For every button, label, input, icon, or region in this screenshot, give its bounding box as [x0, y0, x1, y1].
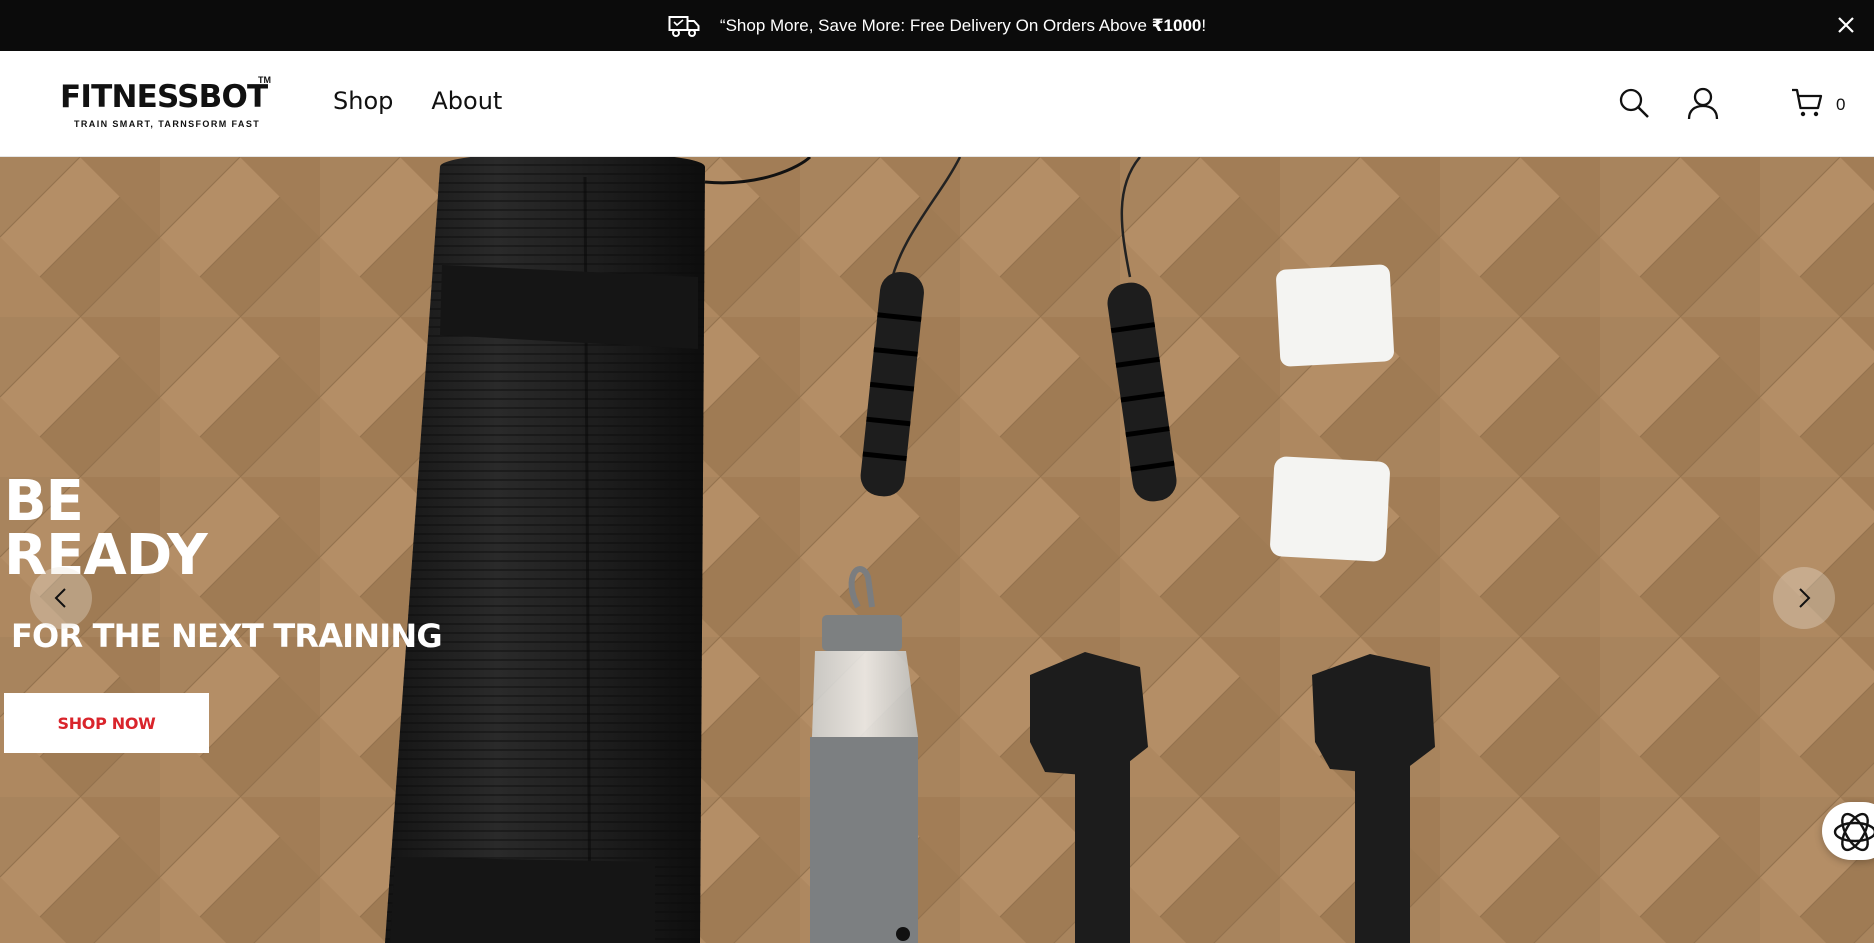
shop-now-button[interactable]: SHOP NOW: [4, 693, 209, 753]
chevron-left-icon: [54, 588, 66, 608]
hero-image: [0, 157, 1874, 943]
cart-icon[interactable]: [1791, 86, 1825, 120]
chevron-right-icon: [1799, 588, 1811, 608]
announcement-amount: ₹1000: [1151, 15, 1202, 35]
slider-next-button[interactable]: [1773, 567, 1835, 629]
chat-bot-icon: [1833, 812, 1874, 852]
main-nav: Shop About: [333, 87, 502, 115]
cart-count: 0: [1836, 95, 1846, 114]
announcement-text: “Shop More, Save More: Free Delivery On …: [719, 15, 1207, 35]
account-icon[interactable]: [1686, 86, 1720, 120]
logo-trademark: TM: [258, 75, 271, 85]
close-icon[interactable]: [1834, 13, 1858, 37]
search-icon[interactable]: [1617, 86, 1651, 120]
logo[interactable]: FITNESSBOT TM TRAIN SMART, TARNSFORM FAS…: [60, 75, 275, 135]
nav-shop[interactable]: Shop: [333, 87, 393, 115]
announcement-bar: “Shop More, Save More: Free Delivery On …: [0, 0, 1874, 51]
chat-widget-button[interactable]: [1822, 802, 1874, 860]
logo-name: FITNESSBOT: [60, 79, 268, 115]
nav-about[interactable]: About: [431, 87, 502, 115]
hero-title: BE READY: [4, 469, 208, 588]
logo-tagline: TRAIN SMART, TARNSFORM FAST: [74, 119, 261, 129]
delivery-truck-icon: [668, 15, 700, 37]
hero-slider: BE READY FOR THE NEXT TRAINING SHOP NOW: [0, 157, 1874, 943]
slider-prev-button[interactable]: [30, 567, 92, 629]
site-header: FITNESSBOT TM TRAIN SMART, TARNSFORM FAS…: [0, 51, 1874, 157]
hero-title-line2: READY: [4, 523, 208, 588]
slider-dot[interactable]: [896, 927, 910, 941]
hero-title-line1: BE: [4, 469, 84, 534]
